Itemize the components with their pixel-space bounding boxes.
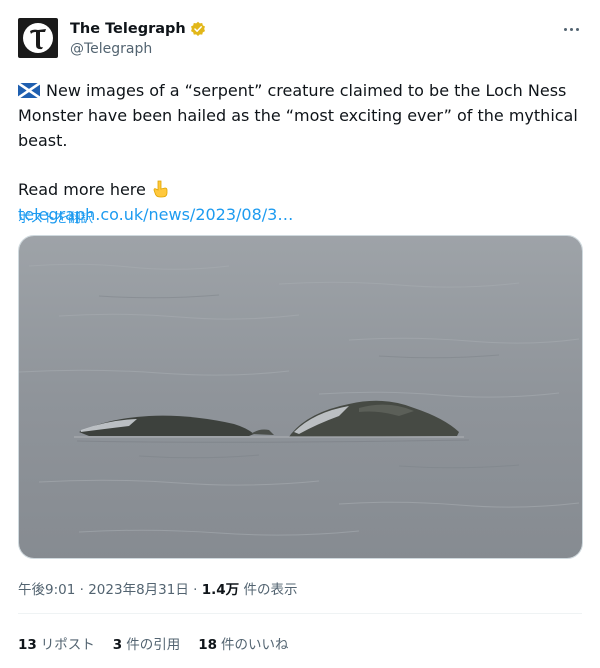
likes-count: 18 bbox=[198, 637, 217, 653]
tweet-header: The Telegraph @Telegraph bbox=[18, 18, 582, 62]
read-more-text: Read more here bbox=[18, 180, 146, 199]
tweet-body-text: New images of a “serpent” creature claim… bbox=[18, 81, 578, 150]
pointing-down-icon bbox=[153, 180, 168, 198]
scotland-flag-icon bbox=[18, 83, 40, 98]
likes-label: 件のいいね bbox=[221, 637, 289, 653]
engagement-stats: 13 リポスト 3 件の引用 18 件のいいね bbox=[18, 633, 289, 653]
read-more-line: Read more here bbox=[18, 177, 588, 202]
article-link[interactable]: telegraph.co.uk/news/2023/08/3… bbox=[18, 202, 588, 227]
telegraph-logo-icon bbox=[23, 23, 53, 53]
quotes-count: 3 bbox=[112, 637, 123, 653]
translate-post-link[interactable]: ポストを翻訳 bbox=[18, 207, 93, 226]
reposts-label: リポスト bbox=[40, 637, 95, 653]
divider bbox=[18, 613, 582, 614]
tweet-text: New images of a “serpent” creature claim… bbox=[18, 78, 588, 227]
loch-ness-photo bbox=[19, 236, 582, 558]
handle[interactable]: @Telegraph bbox=[70, 41, 206, 57]
display-name[interactable]: The Telegraph bbox=[70, 21, 186, 37]
avatar[interactable] bbox=[18, 18, 58, 58]
more-options-icon[interactable] bbox=[560, 20, 582, 38]
tweet-meta: 午後9:01 · 2023年8月31日 · 1.4万 件の表示 bbox=[18, 578, 297, 598]
views-label: 件の表示 bbox=[243, 582, 298, 598]
verified-badge-icon bbox=[190, 21, 205, 36]
quotes-stat[interactable]: 3 件の引用 bbox=[113, 633, 180, 653]
meta-separator: · bbox=[193, 582, 198, 598]
reposts-count: 13 bbox=[18, 637, 37, 653]
meta-separator: · bbox=[79, 582, 84, 598]
tweet-date[interactable]: 2023年8月31日 bbox=[88, 582, 189, 598]
tweet-photo[interactable] bbox=[18, 235, 583, 559]
author-names: The Telegraph @Telegraph bbox=[70, 19, 206, 57]
views-count: 1.4万 bbox=[201, 582, 240, 598]
likes-stat[interactable]: 18 件のいいね bbox=[198, 633, 288, 653]
reposts-stat[interactable]: 13 リポスト bbox=[18, 633, 95, 653]
tweet-time[interactable]: 午後9:01 bbox=[18, 582, 75, 598]
quotes-label: 件の引用 bbox=[126, 637, 181, 653]
tweet-paragraph: New images of a “serpent” creature claim… bbox=[18, 78, 588, 153]
